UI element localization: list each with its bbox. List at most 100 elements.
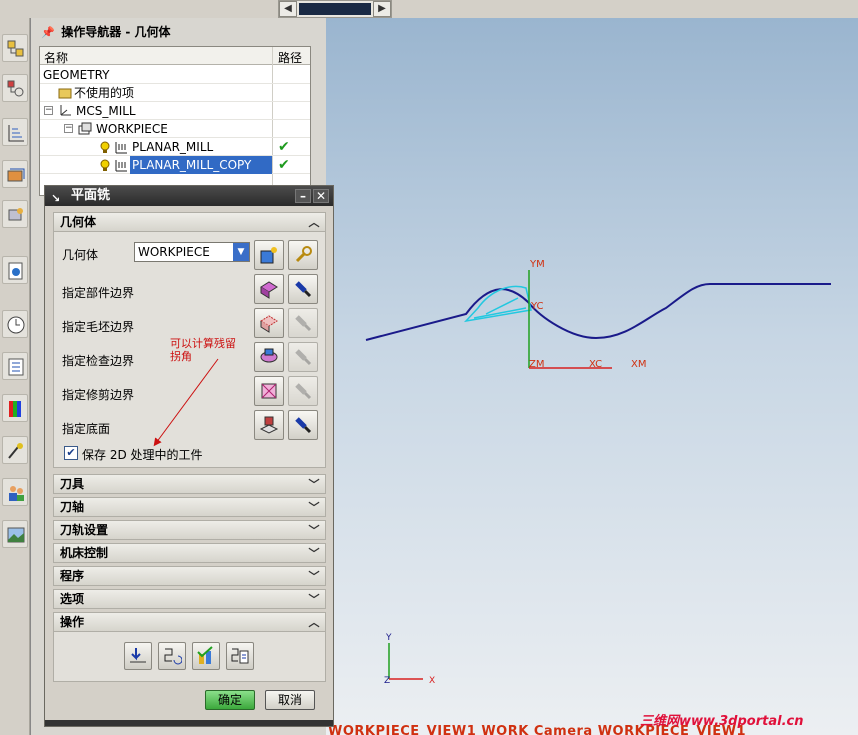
section-path-settings[interactable]: 刀轨设置 ﹀ bbox=[53, 520, 326, 540]
part-boundary-display-button[interactable] bbox=[288, 274, 318, 304]
section-label: 几何体 bbox=[60, 215, 97, 229]
top-strip: ◀ ▶ bbox=[0, 0, 858, 18]
check-boundary-display-button[interactable] bbox=[288, 342, 318, 372]
verify-button[interactable] bbox=[192, 642, 220, 670]
actions-panel bbox=[53, 632, 326, 682]
tree-row-geometry[interactable]: GEOMETRY bbox=[40, 66, 310, 84]
section-label: 选项 bbox=[60, 592, 85, 606]
assembly-navigator-button[interactable] bbox=[2, 34, 28, 62]
tree-row-planar-mill[interactable]: PLANAR_MILL ✔ bbox=[40, 138, 310, 156]
chevron-down-icon[interactable]: ﹀ bbox=[305, 568, 323, 584]
triad-label-z: Z bbox=[384, 676, 390, 686]
tree-row-label: GEOMETRY bbox=[43, 68, 110, 82]
watermark-text: 三维网www.3dportal.cn bbox=[640, 714, 804, 729]
section-tool-axis[interactable]: 刀轴 ﹀ bbox=[53, 497, 326, 517]
users-button[interactable] bbox=[2, 478, 28, 506]
trim-boundary-select-button[interactable] bbox=[254, 376, 284, 406]
blank-boundary-label: 指定毛坯边界 bbox=[62, 320, 135, 334]
minimize-icon[interactable]: – bbox=[295, 189, 311, 203]
verify-icon bbox=[197, 646, 213, 664]
dialog-arrow-icon: ↘ bbox=[51, 192, 61, 205]
warning-bulb-icon bbox=[100, 141, 110, 153]
tool-library-button[interactable] bbox=[2, 200, 28, 228]
chevron-down-icon[interactable]: ﹀ bbox=[305, 476, 323, 492]
new-geometry-button[interactable] bbox=[254, 240, 284, 270]
operation-navigator-button[interactable] bbox=[2, 160, 28, 188]
blank-boundary-display-button[interactable] bbox=[288, 308, 318, 338]
close-icon[interactable]: ✕ bbox=[313, 189, 329, 203]
pin-icon[interactable]: 📌 bbox=[41, 23, 57, 43]
list-button[interactable] bbox=[226, 642, 254, 670]
warning-bulb-icon bbox=[100, 159, 110, 171]
process-studio-button[interactable] bbox=[2, 352, 28, 380]
history-button[interactable] bbox=[2, 310, 28, 338]
geometry-tree: 名称 路径 GEOMETRY 不使用的项 − MCS_MILL − WORKPI… bbox=[39, 46, 311, 207]
floor-select-button[interactable] bbox=[254, 410, 284, 440]
blank-boundary-icon bbox=[260, 315, 278, 333]
chevron-down-icon[interactable]: ﹀ bbox=[305, 591, 323, 607]
column-name[interactable]: 名称 bbox=[44, 49, 68, 66]
graphics-window[interactable]: YM YC ZM XC XM Y Z X bbox=[326, 18, 858, 735]
replay-path-icon bbox=[164, 648, 182, 665]
section-actions[interactable]: 操作 ︿ bbox=[53, 612, 326, 632]
landscape-icon bbox=[7, 527, 25, 543]
part-navigator-button[interactable] bbox=[2, 118, 28, 146]
horizontal-scrollbar[interactable]: ◀ ▶ bbox=[278, 0, 392, 18]
tree-row-label: PLANAR_MILL_COPY bbox=[130, 156, 254, 174]
section-tool[interactable]: 刀具 ﹀ bbox=[53, 474, 326, 494]
color-spectrum-icon bbox=[9, 401, 21, 417]
scroll-left-icon[interactable]: ◀ bbox=[279, 1, 297, 17]
edit-geometry-button[interactable] bbox=[288, 240, 318, 270]
chevron-down-icon[interactable]: ﹀ bbox=[305, 545, 323, 561]
web-browser-button[interactable] bbox=[2, 256, 28, 284]
flashlight-icon bbox=[295, 417, 312, 434]
cancel-button[interactable]: 取消 bbox=[265, 690, 315, 710]
tree-row-planar-mill-copy[interactable]: PLANAR_MILL_COPY ✔ bbox=[40, 156, 310, 174]
tree-row-workpiece[interactable]: − WORKPIECE bbox=[40, 120, 310, 138]
dialog-bottom-bar bbox=[45, 720, 333, 726]
chevron-down-icon[interactable]: ﹀ bbox=[305, 522, 323, 538]
tree-row-mcs-mill[interactable]: − MCS_MILL bbox=[40, 102, 310, 120]
resource-bar bbox=[0, 18, 30, 735]
column-path[interactable]: 路径 bbox=[278, 49, 302, 66]
ok-button[interactable]: 确定 bbox=[205, 690, 255, 710]
chevron-up-icon[interactable]: ︿ bbox=[305, 614, 323, 630]
section-geometry[interactable]: 几何体 ︿ bbox=[53, 212, 326, 232]
operation-icon bbox=[7, 168, 25, 182]
check-boundary-select-button[interactable] bbox=[254, 342, 284, 372]
section-options[interactable]: 选项 ﹀ bbox=[53, 589, 326, 609]
collapse-icon[interactable]: − bbox=[64, 124, 73, 133]
users-icon bbox=[9, 486, 24, 501]
chevron-up-icon[interactable]: ︿ bbox=[305, 214, 323, 230]
label-xm: XM bbox=[631, 359, 646, 370]
wizard-icon bbox=[8, 443, 23, 459]
section-machine-control[interactable]: 机床控制 ﹀ bbox=[53, 543, 326, 563]
dialog-titlebar[interactable]: ↘ 平面铣 – ✕ bbox=[45, 186, 333, 206]
tree-row-label: 不使用的项 bbox=[74, 86, 135, 100]
section-program[interactable]: 程序 ﹀ bbox=[53, 566, 326, 586]
floor-display-button[interactable] bbox=[288, 410, 318, 440]
trim-boundary-display-button[interactable] bbox=[288, 376, 318, 406]
folder-icon bbox=[58, 88, 72, 99]
blank-boundary-select-button[interactable] bbox=[254, 308, 284, 338]
palette-button[interactable] bbox=[2, 520, 28, 548]
geometry-select[interactable]: WORKPIECE ▼ bbox=[134, 242, 250, 262]
flashlight-icon bbox=[295, 315, 312, 332]
part-boundary-select-button[interactable] bbox=[254, 274, 284, 304]
visualization-button[interactable] bbox=[2, 394, 28, 422]
tree-row-unused[interactable]: 不使用的项 bbox=[40, 84, 310, 102]
keep-2d-workpiece-checkbox[interactable]: ✔ bbox=[64, 446, 78, 460]
chevron-down-icon[interactable]: ▼ bbox=[233, 243, 249, 261]
planar-mill-dialog: ↘ 平面铣 – ✕ 几何体 ︿ 几何体 WORKPIECE ▼ 指定部件边界 指… bbox=[44, 185, 334, 727]
roles-button[interactable] bbox=[2, 436, 28, 464]
collapse-icon[interactable]: − bbox=[44, 106, 53, 115]
trim-boundary-label: 指定修剪边界 bbox=[62, 388, 135, 402]
chevron-down-icon[interactable]: ﹀ bbox=[305, 499, 323, 515]
part-boundary-label: 指定部件边界 bbox=[62, 286, 135, 300]
constraint-navigator-button[interactable] bbox=[2, 74, 28, 102]
replay-button[interactable] bbox=[158, 642, 186, 670]
scroll-thumb[interactable] bbox=[299, 3, 371, 15]
generate-button[interactable] bbox=[124, 642, 152, 670]
geometry-select-value: WORKPIECE bbox=[138, 245, 210, 259]
scroll-right-icon[interactable]: ▶ bbox=[373, 1, 391, 17]
